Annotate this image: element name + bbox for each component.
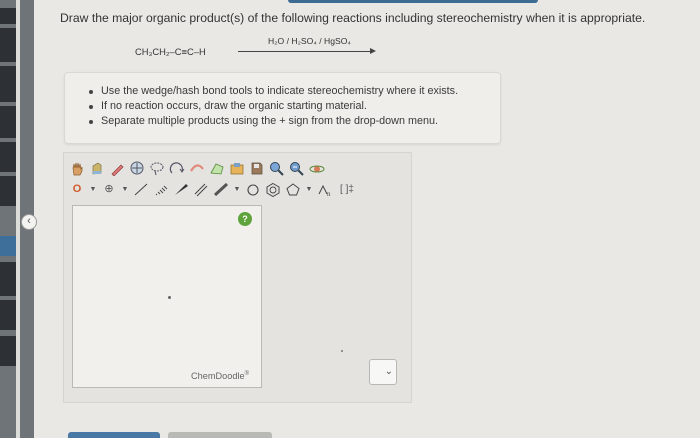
svg-text:n: n bbox=[327, 190, 331, 197]
ring-template-icon[interactable] bbox=[128, 160, 146, 177]
reaction-arrow bbox=[238, 51, 372, 52]
pencil-icon[interactable] bbox=[108, 160, 126, 177]
sidebar-tab[interactable] bbox=[0, 142, 16, 172]
drawing-canvas[interactable] bbox=[72, 205, 262, 388]
plus-charge-icon[interactable]: ⊕ bbox=[100, 181, 118, 198]
wedge-bond-icon[interactable] bbox=[172, 181, 190, 198]
element-picker[interactable]: O bbox=[68, 181, 86, 198]
cyclopropane-icon[interactable] bbox=[244, 181, 262, 198]
chevron-left-icon: ‹ bbox=[27, 215, 31, 227]
open-file-icon[interactable] bbox=[228, 160, 246, 177]
stray-dot bbox=[341, 350, 343, 352]
eraser-icon[interactable] bbox=[88, 160, 106, 177]
sketcher-toolbar-top bbox=[68, 158, 326, 178]
canvas-dot bbox=[168, 296, 171, 299]
question-prompt: Draw the major organic product(s) of the… bbox=[60, 11, 646, 25]
reactant-formula: CH₃CH₂–C≡C–H bbox=[135, 46, 206, 57]
zoom-out-icon[interactable] bbox=[288, 160, 306, 177]
sidebar-tab[interactable] bbox=[0, 262, 16, 296]
chevron-down-icon[interactable]: ▼ bbox=[88, 181, 98, 198]
sidebar-tab[interactable] bbox=[0, 336, 16, 366]
secondary-button[interactable] bbox=[168, 432, 272, 438]
collapse-sidebar-button[interactable]: ‹ bbox=[21, 214, 37, 230]
help-button[interactable]: ? bbox=[238, 212, 252, 226]
hash-bond-icon[interactable] bbox=[152, 181, 170, 198]
sidebar-tab[interactable] bbox=[0, 300, 16, 330]
lasso-icon[interactable] bbox=[148, 160, 166, 177]
sidebar-tab[interactable] bbox=[0, 28, 16, 62]
rotate-icon[interactable] bbox=[168, 160, 186, 177]
sidebar-tab[interactable] bbox=[0, 8, 16, 24]
brand-name: ChemDoodle bbox=[191, 371, 245, 382]
brand-mark: ® bbox=[244, 371, 250, 377]
submit-button[interactable] bbox=[68, 432, 160, 438]
bracket-charge-icon[interactable]: [ ]‡ bbox=[338, 181, 356, 198]
pentagon-icon[interactable] bbox=[284, 181, 302, 198]
reaction-arrow-head bbox=[370, 48, 376, 54]
save-file-icon[interactable] bbox=[248, 160, 266, 177]
sidebar-tab-active[interactable] bbox=[0, 236, 16, 256]
chemdoodle-sketcher: O ▼ ⊕ ▼ ▼ ▼ n [ ]‡ ? ChemDoodle® bbox=[63, 152, 412, 403]
template-icon[interactable] bbox=[208, 160, 226, 177]
instructions-box: Use the wedge/hash bond tools to indicat… bbox=[64, 72, 501, 144]
reaction-reagents: H₂O / H₂SO₄ / HgSO₄ bbox=[268, 36, 351, 46]
double-bond-icon[interactable] bbox=[192, 181, 210, 198]
hand-icon[interactable] bbox=[68, 160, 86, 177]
sidebar-divider bbox=[16, 0, 20, 438]
instruction-item: Use the wedge/hash bond tools to indicat… bbox=[89, 84, 500, 99]
clean-icon[interactable] bbox=[188, 160, 206, 177]
instruction-item: Separate multiple products using the + s… bbox=[89, 114, 500, 129]
sidebar-tab[interactable] bbox=[0, 176, 16, 206]
top-header-band bbox=[288, 0, 538, 3]
atom-icon[interactable] bbox=[308, 160, 326, 177]
sidebar-tab[interactable] bbox=[0, 66, 16, 102]
chevron-down-icon: ⌄ bbox=[384, 366, 393, 377]
chevron-down-icon[interactable]: ▼ bbox=[120, 181, 130, 198]
benzene-icon[interactable] bbox=[264, 181, 282, 198]
zoom-in-icon[interactable] bbox=[268, 160, 286, 177]
single-bond-icon[interactable] bbox=[132, 181, 150, 198]
instruction-item: If no reaction occurs, draw the organic … bbox=[89, 99, 500, 114]
sidebar-tab[interactable] bbox=[0, 106, 16, 138]
answer-dropdown[interactable]: ⌄ bbox=[369, 359, 397, 385]
sketcher-toolbar-bottom: O ▼ ⊕ ▼ ▼ ▼ n [ ]‡ bbox=[68, 179, 356, 199]
chevron-down-icon[interactable]: ▼ bbox=[232, 181, 242, 198]
chain-icon[interactable]: n bbox=[316, 181, 336, 198]
chemdoodle-brand: ChemDoodle® bbox=[191, 371, 249, 381]
chevron-down-icon[interactable]: ▼ bbox=[304, 181, 314, 198]
bold-bond-icon[interactable] bbox=[212, 181, 230, 198]
